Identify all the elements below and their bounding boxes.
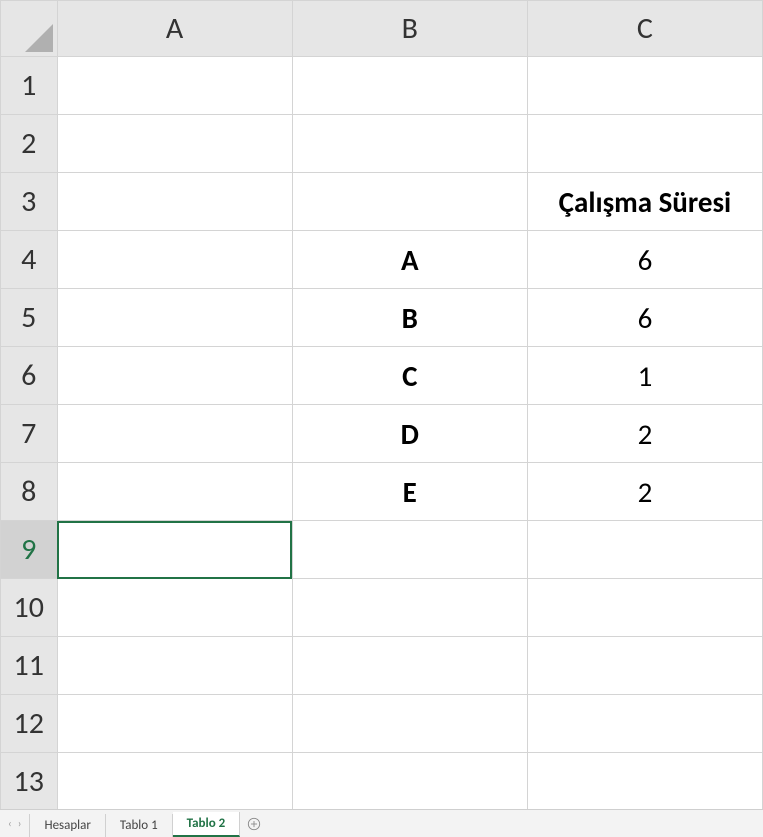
cell-A3[interactable] — [57, 173, 292, 231]
spreadsheet-grid: A B C 1 2 3 Çalışma Süresi — [0, 0, 763, 809]
row-header-3[interactable]: 3 — [1, 173, 58, 231]
cell-B6[interactable]: C — [292, 347, 527, 405]
cell-C5[interactable]: 6 — [527, 289, 762, 347]
select-all-corner[interactable] — [1, 1, 58, 57]
cell-C4[interactable]: 6 — [527, 231, 762, 289]
cell-B4[interactable]: A — [292, 231, 527, 289]
cell-C6[interactable]: 1 — [527, 347, 762, 405]
plus-circle-icon — [247, 817, 261, 831]
cell-A10[interactable] — [57, 579, 292, 637]
tab-hesaplar[interactable]: Hesaplar — [29, 814, 105, 837]
cell-B3[interactable] — [292, 173, 527, 231]
tabs: Hesaplar Tablo 1 Tablo 2 — [29, 810, 240, 837]
sheet-table: A B C 1 2 3 Çalışma Süresi — [0, 0, 763, 809]
cell-C7[interactable]: 2 — [527, 405, 762, 463]
cell-A13[interactable] — [57, 753, 292, 810]
select-all-triangle-icon — [25, 24, 53, 52]
cell-A2[interactable] — [57, 115, 292, 173]
row-header-2[interactable]: 2 — [1, 115, 58, 173]
cell-C9[interactable] — [527, 521, 762, 579]
sheet-tab-bar: ‹ › Hesaplar Tablo 1 Tablo 2 — [0, 809, 763, 837]
cell-B10[interactable] — [292, 579, 527, 637]
cell-A6[interactable] — [57, 347, 292, 405]
row-header-4[interactable]: 4 — [1, 231, 58, 289]
cell-B2[interactable] — [292, 115, 527, 173]
row-header-7[interactable]: 7 — [1, 405, 58, 463]
row-header-9[interactable]: 9 — [1, 521, 58, 579]
row-header-10[interactable]: 10 — [1, 579, 58, 637]
cell-B8[interactable]: E — [292, 463, 527, 521]
row-header-11[interactable]: 11 — [1, 637, 58, 695]
cell-C3[interactable]: Çalışma Süresi — [527, 173, 762, 231]
cell-A5[interactable] — [57, 289, 292, 347]
cell-C13[interactable] — [527, 753, 762, 810]
cell-C1[interactable] — [527, 57, 762, 115]
tab-tablo-1[interactable]: Tablo 1 — [106, 814, 173, 837]
tab-prev-icon[interactable]: ‹ — [8, 817, 12, 830]
cell-C11[interactable] — [527, 637, 762, 695]
column-header-A[interactable]: A — [57, 1, 292, 57]
cell-A7[interactable] — [57, 405, 292, 463]
cell-A4[interactable] — [57, 231, 292, 289]
cell-B13[interactable] — [292, 753, 527, 810]
add-sheet-button[interactable] — [240, 810, 268, 837]
row-header-13[interactable]: 13 — [1, 753, 58, 810]
cell-B11[interactable] — [292, 637, 527, 695]
row-header-1[interactable]: 1 — [1, 57, 58, 115]
cell-B9[interactable] — [292, 521, 527, 579]
cell-B1[interactable] — [292, 57, 527, 115]
cell-A9[interactable] — [57, 521, 292, 579]
cell-A8[interactable] — [57, 463, 292, 521]
row-header-5[interactable]: 5 — [1, 289, 58, 347]
column-header-C[interactable]: C — [527, 1, 762, 57]
cell-C10[interactable] — [527, 579, 762, 637]
cell-B12[interactable] — [292, 695, 527, 753]
cell-C2[interactable] — [527, 115, 762, 173]
row-header-6[interactable]: 6 — [1, 347, 58, 405]
cell-A12[interactable] — [57, 695, 292, 753]
cell-B7[interactable]: D — [292, 405, 527, 463]
row-header-8[interactable]: 8 — [1, 463, 58, 521]
column-header-B[interactable]: B — [292, 1, 527, 57]
cell-C12[interactable] — [527, 695, 762, 753]
tab-tablo-2[interactable]: Tablo 2 — [173, 812, 241, 837]
tab-next-icon[interactable]: › — [18, 817, 22, 830]
cell-B5[interactable]: B — [292, 289, 527, 347]
cell-A1[interactable] — [57, 57, 292, 115]
row-header-12[interactable]: 12 — [1, 695, 58, 753]
tab-nav: ‹ › — [0, 810, 29, 837]
cell-C8[interactable]: 2 — [527, 463, 762, 521]
cell-A11[interactable] — [57, 637, 292, 695]
